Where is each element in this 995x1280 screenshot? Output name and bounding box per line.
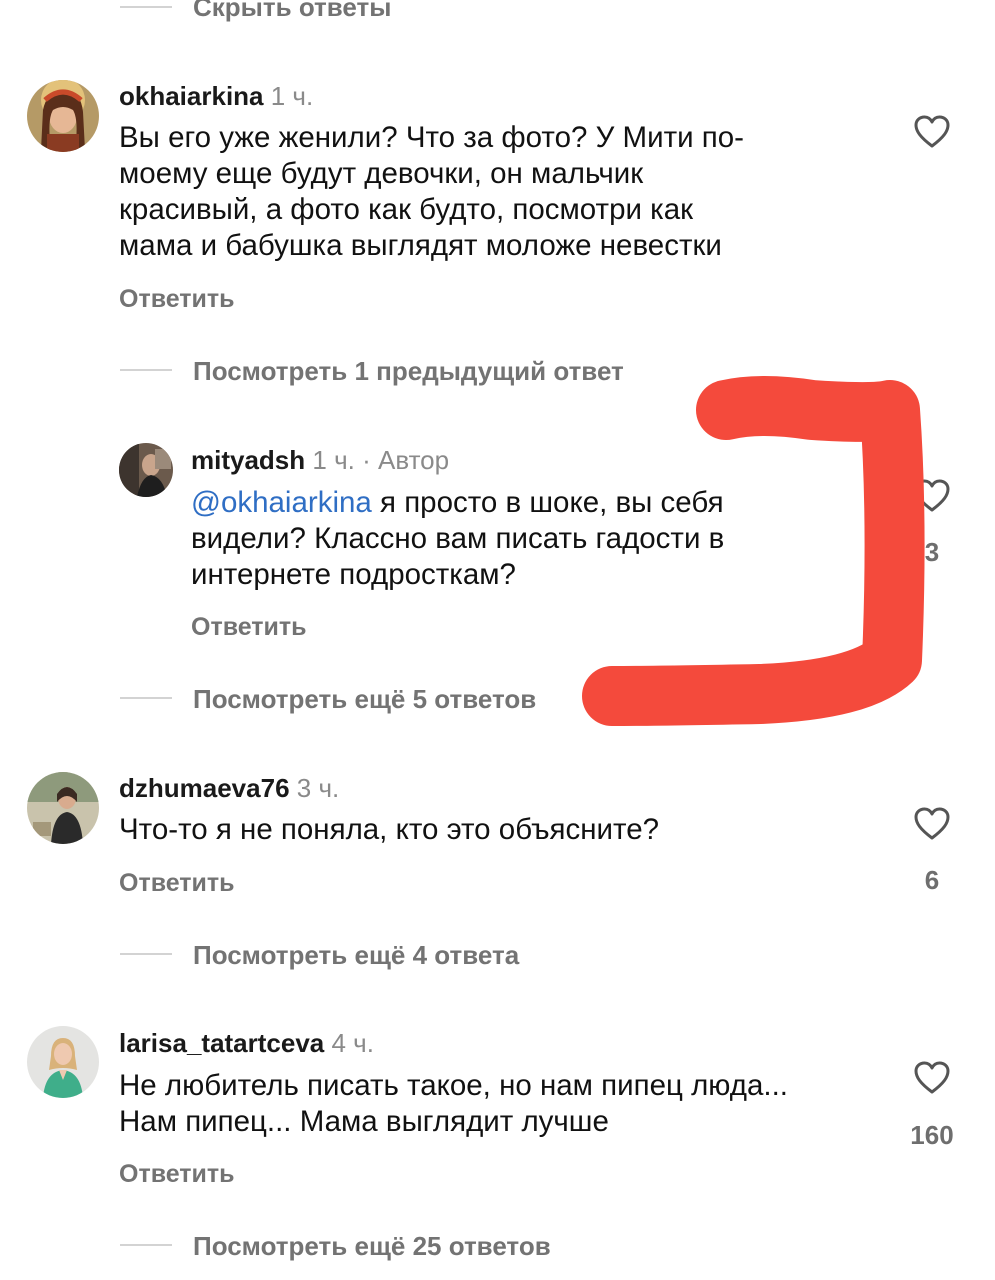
view-replies-link[interactable]: Посмотреть ещё 25 ответов: [193, 1231, 551, 1262]
thread-divider: [120, 369, 172, 371]
username[interactable]: dzhumaeva76: [119, 773, 290, 803]
comment-text-line: Нам пипец... Мама выглядит лучше: [119, 1105, 609, 1138]
heart-outline-icon[interactable]: [912, 476, 952, 516]
comment-text-line: видели? Классно вам писать гадости в: [191, 522, 725, 555]
avatar-image: [27, 772, 99, 844]
comment-header: dzhumaeva76 3 ч.: [119, 773, 339, 804]
avatar-image: [27, 1026, 99, 1098]
comment-text-line: Что-то я не поняла, кто это объясните?: [119, 813, 660, 846]
comment-text-fragment: я просто в шоке, вы себя: [371, 486, 724, 519]
comment-header: larisa_tatartceva 4 ч.: [119, 1028, 374, 1059]
avatar[interactable]: [119, 443, 173, 497]
timestamp: 1 ч.: [312, 445, 355, 475]
reply-button[interactable]: Ответить: [119, 1160, 235, 1189]
heart-outline-icon[interactable]: [912, 1058, 952, 1098]
comment-header: mityadsh 1 ч. · Автор: [191, 445, 449, 476]
username[interactable]: mityadsh: [191, 445, 305, 475]
comment-text-line: @okhaiarkina я просто в шоке, вы себя: [191, 485, 724, 521]
like-count: 160: [910, 1120, 954, 1150]
like-count: 6: [924, 865, 940, 895]
comment-text-line: Вы его уже женили? Что за фото? У Мити п…: [119, 121, 744, 154]
thread-divider: [120, 6, 172, 8]
separator-dot: ·: [362, 445, 371, 475]
username[interactable]: larisa_tatartceva: [119, 1028, 324, 1058]
mention-link[interactable]: @okhaiarkina: [191, 486, 372, 519]
comment-text-line: красивый, а фото как будто, посмотри как: [119, 193, 694, 226]
like-count: 3: [924, 537, 940, 567]
author-badge: Автор: [377, 445, 450, 475]
comment-text-line: мама и бабушка выглядят моложе невестки: [119, 229, 722, 262]
thread-divider: [120, 697, 172, 699]
comment-text-line: интернете подросткам?: [191, 558, 516, 591]
timestamp: 3 ч.: [296, 773, 340, 803]
avatar-image: [27, 80, 99, 152]
reply-button[interactable]: Ответить: [191, 613, 307, 642]
comment-text-line: Не любитель писать такое, но нам пипец л…: [119, 1069, 788, 1102]
hide-replies-link[interactable]: Скрыть ответы: [193, 0, 391, 23]
username[interactable]: okhaiarkina: [119, 81, 264, 111]
avatar[interactable]: [27, 80, 99, 152]
timestamp: 4 ч.: [331, 1028, 374, 1058]
thread-divider: [120, 953, 172, 955]
view-replies-link[interactable]: Посмотреть 1 предыдущий ответ: [193, 356, 624, 387]
comment-header: okhaiarkina 1 ч.: [119, 81, 313, 112]
view-replies-link[interactable]: Посмотреть ещё 4 ответа: [193, 940, 519, 971]
reply-button[interactable]: Ответить: [119, 285, 235, 314]
comment-text-line: моему еще будут девочки, он мальчик: [119, 157, 644, 190]
thread-divider: [120, 1244, 172, 1246]
heart-outline-icon[interactable]: [912, 112, 952, 152]
view-replies-link[interactable]: Посмотреть ещё 5 ответов: [193, 684, 536, 715]
avatar-image: [119, 443, 173, 497]
reply-button[interactable]: Ответить: [119, 869, 235, 898]
avatar[interactable]: [27, 772, 99, 844]
timestamp: 1 ч.: [270, 81, 314, 111]
heart-outline-icon[interactable]: [912, 804, 952, 844]
avatar[interactable]: [27, 1026, 99, 1098]
